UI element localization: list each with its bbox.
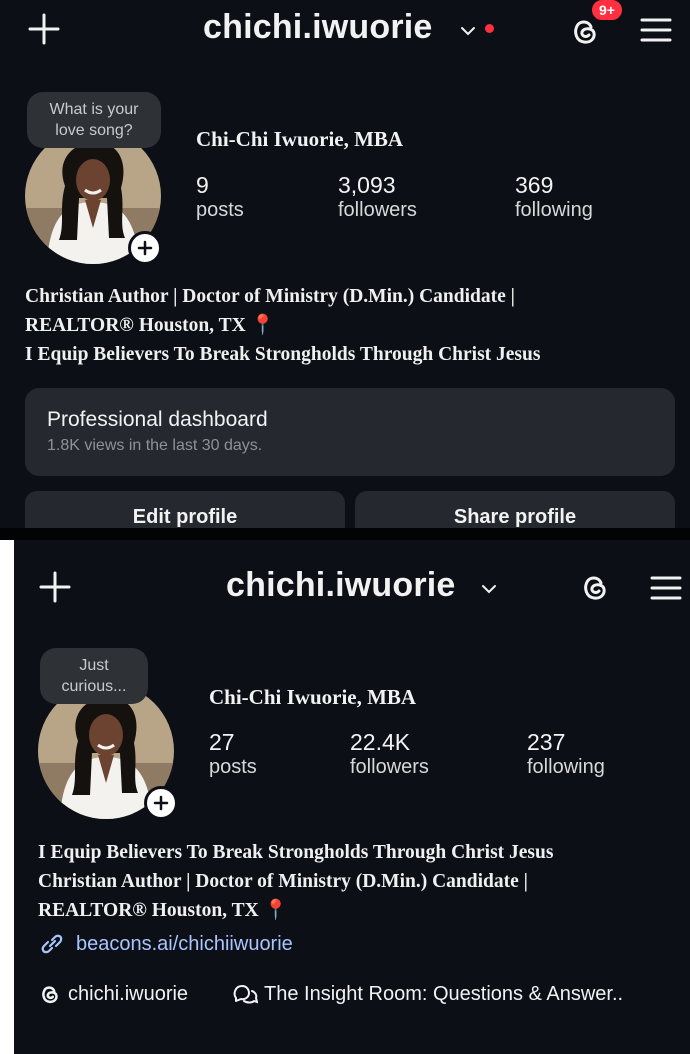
create-plus-icon[interactable] <box>38 570 72 604</box>
threads-handle: chichi.iwuorie <box>68 982 189 1005</box>
stat-followers-value: 22.4K <box>350 729 411 755</box>
location-pin-icon: 📍 <box>250 315 275 336</box>
bio-line: I Equip Believers To Break Strongholds T… <box>25 344 541 365</box>
bio: Christian Author | Doctor of Ministry (D… <box>25 282 540 369</box>
bio-line: Christian Author | Doctor of Ministry (D… <box>25 286 515 307</box>
dashboard-title: Professional dashboard <box>47 408 268 431</box>
create-plus-icon[interactable] <box>27 12 61 46</box>
link-icon <box>38 932 66 956</box>
stat-following-label: following <box>515 199 593 221</box>
stat-followers[interactable]: 3,093 followers <box>338 172 417 222</box>
full-name: Chi-Chi Iwuorie, MBA <box>196 127 404 151</box>
bio-line-with-pin: REALTOR® Houston, TX 📍 <box>25 311 540 340</box>
stat-posts[interactable]: 27 posts <box>209 729 257 779</box>
username-title[interactable]: chichi.iwuorie <box>203 8 433 47</box>
dashboard-subtitle: 1.8K views in the last 30 days. <box>47 437 263 454</box>
stat-followers[interactable]: 22.4K followers <box>350 729 429 779</box>
bio-line-with-pin: REALTOR® Houston, TX 📍 <box>38 896 553 925</box>
full-name: Chi-Chi Iwuorie, MBA <box>209 685 417 709</box>
add-story-button[interactable] <box>128 231 162 265</box>
chevron-down-icon[interactable] <box>459 24 477 36</box>
stat-following[interactable]: 237 following <box>527 729 605 779</box>
bio-line: I Equip Believers To Break Strongholds T… <box>38 842 554 863</box>
notification-badge[interactable]: 9+ <box>590 0 624 22</box>
add-story-button[interactable] <box>144 786 178 820</box>
left-margin <box>0 540 14 1054</box>
bio-line: Christian Author | Doctor of Ministry (D… <box>38 871 528 892</box>
menu-icon[interactable] <box>650 574 682 602</box>
stat-posts-label: posts <box>209 756 257 778</box>
chevron-down-icon[interactable] <box>480 582 498 594</box>
stat-following-value: 237 <box>527 729 566 755</box>
note-bubble[interactable]: Just curious... <box>40 648 148 704</box>
link-text[interactable]: beacons.ai/chichiiwuorie <box>76 933 293 956</box>
stat-posts-value: 27 <box>209 729 235 755</box>
location-pin-icon: 📍 <box>263 900 288 921</box>
share-profile-button[interactable]: Share profile <box>355 491 675 528</box>
username-title[interactable]: chichi.iwuorie <box>226 566 456 605</box>
threads-handle-chip[interactable]: chichi.iwuorie <box>38 982 188 1006</box>
threads-icon[interactable] <box>578 570 612 604</box>
threads-icon <box>38 982 62 1006</box>
edit-profile-button[interactable]: Edit profile <box>25 491 345 528</box>
channel-name: The Insight Room: Questions & Answer.. <box>264 982 624 1005</box>
professional-dashboard-card[interactable]: Professional dashboard 1.8K views in the… <box>25 388 675 476</box>
menu-icon[interactable] <box>640 16 672 44</box>
bio: I Equip Believers To Break Strongholds T… <box>38 838 553 925</box>
bio-line: REALTOR® Houston, TX <box>25 315 246 336</box>
stat-followers-label: followers <box>338 199 417 221</box>
screenshot-divider <box>0 528 690 540</box>
bio-line: REALTOR® Houston, TX <box>38 900 259 921</box>
stat-posts-label: posts <box>196 199 244 221</box>
profile-screenshot-top: chichi.iwuorie 9+ What is your love song… <box>0 0 690 528</box>
chat-bubbles-icon <box>232 982 259 1006</box>
stat-followers-value: 3,093 <box>338 172 396 198</box>
stat-following-label: following <box>527 756 605 778</box>
unread-dot <box>485 24 494 33</box>
stat-posts-value: 9 <box>196 172 209 198</box>
stat-following[interactable]: 369 following <box>515 172 593 222</box>
stat-posts[interactable]: 9 posts <box>196 172 244 222</box>
bio-link[interactable]: beacons.ai/chichiiwuorie <box>38 932 293 956</box>
note-bubble[interactable]: What is your love song? <box>27 92 161 148</box>
stat-following-value: 369 <box>515 172 554 198</box>
stat-followers-label: followers <box>350 756 429 778</box>
broadcast-channel-chip[interactable]: The Insight Room: Questions & Answer.. <box>232 982 623 1006</box>
profile-screenshot-bottom: chichi.iwuorie Just curious... Chi-Chi I… <box>14 540 690 1054</box>
